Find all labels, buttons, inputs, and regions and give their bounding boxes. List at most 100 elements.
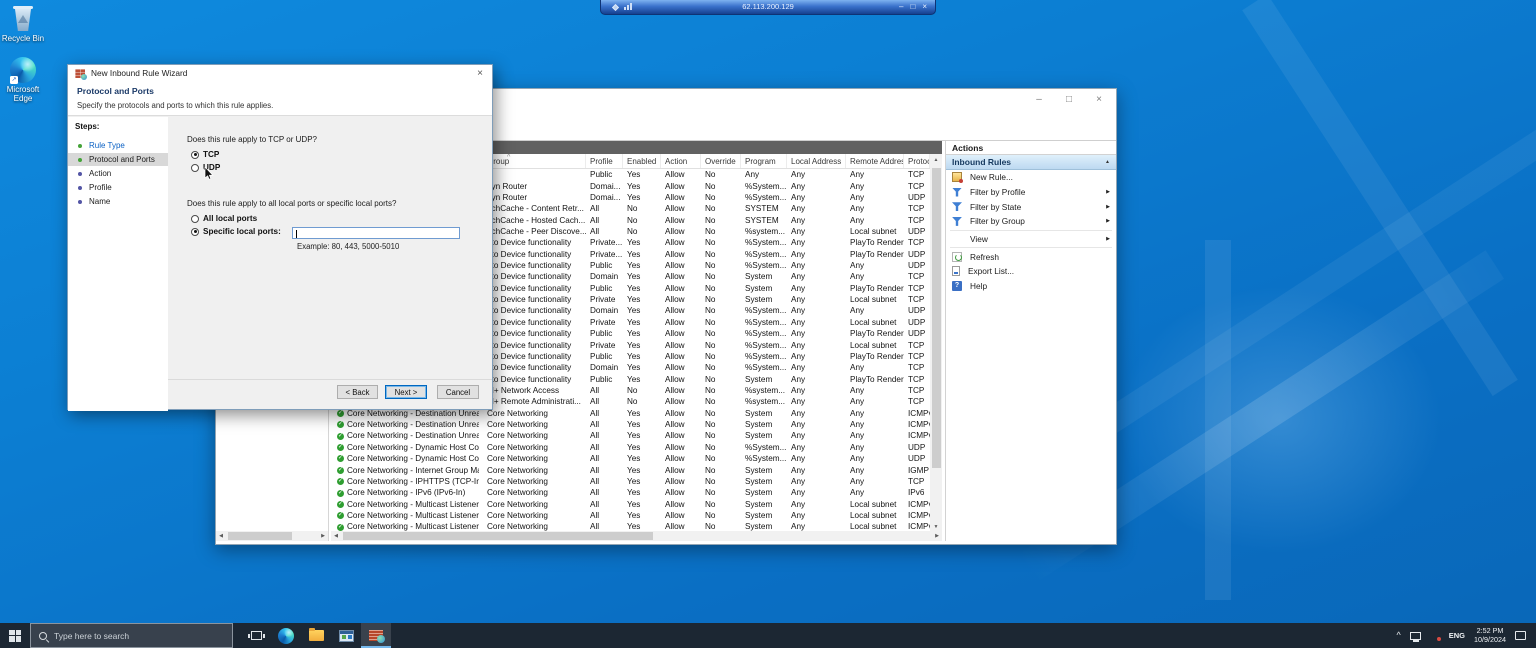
wizard-step-name[interactable]: Name (68, 195, 168, 208)
column-header-local_address[interactable]: Local Address (787, 154, 846, 168)
scroll-left-icon[interactable]: ◀ (331, 533, 341, 539)
network-icon[interactable] (1410, 632, 1421, 640)
protocol-option-tcp[interactable]: TCP (191, 148, 220, 161)
action-item-view[interactable]: View▶ (946, 232, 1116, 247)
tray-expand-icon[interactable]: ^ (1397, 631, 1401, 640)
radio-button[interactable] (191, 164, 199, 172)
taskbar-search-box[interactable] (30, 623, 233, 648)
rule-row[interactable]: ✓Core Networking - Dynamic Host Config..… (331, 453, 930, 464)
radio-button[interactable] (191, 151, 199, 159)
column-header-protocol[interactable]: Protocol (904, 154, 930, 168)
rule-row[interactable]: ✓Core Networking - Multicast Listener Qu… (331, 510, 930, 521)
search-input[interactable] (54, 631, 204, 641)
action-item-filter-by-state[interactable]: Filter by State▶ (946, 199, 1116, 214)
wizard-step-action[interactable]: Action (68, 167, 168, 180)
cell-profile: Domai... (586, 192, 623, 203)
cell-program: System (741, 374, 787, 385)
windows-logo-icon (9, 630, 21, 642)
action-center-icon[interactable] (1515, 631, 1526, 640)
action-item-filter-by-profile[interactable]: Filter by Profile▶ (946, 185, 1116, 200)
specific-ports-input[interactable] (292, 227, 460, 239)
next-button[interactable]: Next > (385, 385, 427, 399)
radio-button[interactable] (191, 228, 199, 236)
desktop-icon-microsoft-edge[interactable]: ↗ Microsoft Edge (0, 57, 46, 103)
ports-option-all-local-ports[interactable]: All local ports (191, 212, 281, 225)
wizard-step-protocol-and-ports[interactable]: Protocol and Ports (68, 153, 168, 166)
rule-row[interactable]: ✓Core Networking - Internet Group Mana..… (331, 464, 930, 475)
cell-name: ✓Core Networking - Destination Unreacha.… (331, 419, 479, 430)
wizard-step-rule-type[interactable]: Rule Type (68, 139, 168, 152)
rdp-restore-button[interactable]: □ (910, 0, 915, 13)
action-item-new-rule[interactable]: New Rule... (946, 170, 1116, 185)
cell-local_address: Any (787, 181, 846, 192)
taskbar-file-explorer-button[interactable] (301, 623, 331, 648)
scroll-right-icon[interactable]: ▶ (932, 533, 942, 539)
step-label: Rule Type (89, 139, 125, 152)
maximize-button[interactable]: □ (1054, 89, 1084, 111)
rule-row[interactable]: ✓Core Networking - Multicast Listener Do… (331, 498, 930, 509)
cancel-button[interactable]: Cancel (437, 385, 479, 399)
cell-group: nchCache - Content Retr... (479, 203, 586, 214)
column-header-action[interactable]: Action (661, 154, 701, 168)
collapse-icon[interactable]: ▲ (1105, 155, 1110, 170)
scrollbar-thumb[interactable] (228, 532, 292, 540)
rule-row[interactable]: ✓Core Networking - IPv6 (IPv6-In)Core Ne… (331, 487, 930, 498)
wizard-step-profile[interactable]: Profile (68, 181, 168, 194)
action-item-help[interactable]: ?Help (946, 279, 1116, 294)
wizard-close-icon[interactable]: × (473, 65, 487, 82)
taskbar-clock[interactable]: 2:52 PM 10/9/2024 (1474, 627, 1506, 644)
column-header-group[interactable]: Group^ (479, 154, 586, 168)
minimize-button[interactable]: – (1024, 89, 1054, 111)
cell-action: Allow (661, 249, 701, 260)
cell-enabled: Yes (623, 305, 661, 316)
column-header-program[interactable]: Program (741, 154, 787, 168)
back-button[interactable]: < Back (337, 385, 378, 399)
scrollbar-thumb[interactable] (343, 532, 653, 540)
cell-action: Allow (661, 385, 701, 396)
cell-profile: Private... (586, 237, 623, 248)
cell-enabled: Yes (623, 453, 661, 464)
rdp-close-button[interactable]: × (922, 0, 927, 13)
column-header-enabled[interactable]: Enabled (623, 154, 661, 168)
action-item-refresh[interactable]: Refresh (946, 249, 1116, 264)
desktop-icon-recycle-bin[interactable]: Recycle Bin (0, 5, 46, 43)
taskbar-server-manager-button[interactable] (331, 623, 361, 648)
language-indicator[interactable]: ENG (1449, 631, 1465, 640)
column-header-profile[interactable]: Profile (586, 154, 623, 168)
actions-inbound-rules-header[interactable]: Inbound Rules ▲ (946, 155, 1116, 170)
rdp-minimize-button[interactable]: – (899, 0, 903, 13)
cell-profile: Domain (586, 362, 623, 373)
cell-local_address: Any (787, 305, 846, 316)
rule-enabled-check-icon: ✓ (337, 410, 344, 417)
rule-row[interactable]: ✓Core Networking - Destination Unreacha.… (331, 419, 930, 430)
rules-horizontal-scrollbar[interactable]: ◀ ▶ (331, 531, 942, 541)
action-item-export-list[interactable]: Export List... (946, 264, 1116, 279)
rules-vertical-scrollbar[interactable]: ▲ ▼ (930, 154, 942, 533)
rule-row[interactable]: ✓Core Networking - IPHTTPS (TCP-In)Core … (331, 476, 930, 487)
close-button[interactable]: × (1084, 89, 1114, 111)
rule-row[interactable]: ✓Core Networking - Destination Unreacha.… (331, 430, 930, 441)
scroll-left-icon[interactable]: ◀ (216, 533, 226, 539)
cell-local_address: Any (787, 340, 846, 351)
tree-horizontal-scrollbar[interactable]: ◀ ▶ (216, 531, 328, 541)
scroll-up-icon[interactable]: ▲ (930, 154, 942, 166)
volume-muted-icon[interactable] (1430, 631, 1440, 641)
cell-enabled: Yes (623, 294, 661, 305)
cell-protocol: UDP (904, 328, 930, 339)
taskbar-edge-button[interactable] (271, 623, 301, 648)
column-header-remote_address[interactable]: Remote Address (846, 154, 904, 168)
ports-option-specific-local-ports[interactable]: Specific local ports: (191, 225, 281, 238)
scroll-right-icon[interactable]: ▶ (318, 533, 328, 539)
scrollbar-thumb[interactable] (932, 168, 941, 468)
task-view-button[interactable] (241, 623, 271, 648)
cell-protocol: UDP (904, 317, 930, 328)
rule-row[interactable]: ✓Core Networking - Dynamic Host Config..… (331, 442, 930, 453)
taskbar-firewall-console-button[interactable] (361, 623, 391, 648)
rdp-connection-bar[interactable]: 62.113.200.129 – □ × (600, 0, 936, 15)
action-item-filter-by-group[interactable]: Filter by Group▶ (946, 214, 1116, 229)
cell-protocol: TCP (904, 396, 930, 407)
start-button[interactable] (0, 623, 30, 648)
edge-icon (278, 628, 294, 644)
column-header-override[interactable]: Override (701, 154, 741, 168)
radio-button[interactable] (191, 215, 199, 223)
